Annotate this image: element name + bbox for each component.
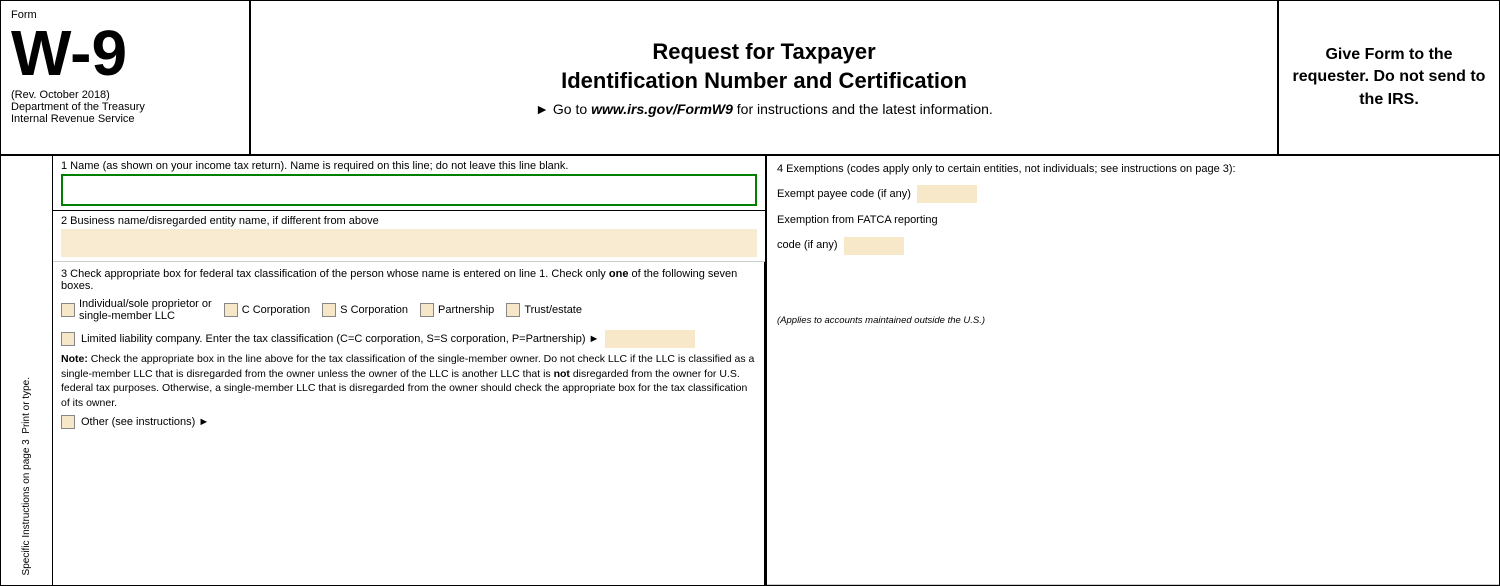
applies-note: (Applies to accounts maintained outside … bbox=[777, 315, 1489, 326]
checkbox-individual: Individual/sole proprietor or single-mem… bbox=[61, 298, 212, 322]
other-row: Other (see instructions) ► bbox=[61, 415, 756, 429]
field1-input[interactable] bbox=[61, 174, 757, 206]
content-panel: 1 Name (as shown on your income tax retu… bbox=[1, 156, 1499, 585]
header-left: Form W-9 (Rev. October 2018) Department … bbox=[1, 1, 251, 154]
field2-label: 2 Business name/disregarded entity name,… bbox=[61, 215, 757, 227]
checkbox-ccorp-box[interactable] bbox=[224, 303, 238, 317]
checkbox-llc-box[interactable] bbox=[61, 332, 75, 346]
llc-input[interactable] bbox=[605, 330, 695, 348]
field1-row: 1 Name (as shown on your income tax retu… bbox=[53, 156, 765, 211]
exempt-input[interactable] bbox=[917, 185, 977, 203]
checkbox-trust-box[interactable] bbox=[506, 303, 520, 317]
section4-panel: 4 Exemptions (codes apply only to certai… bbox=[767, 156, 1499, 585]
header-right: Give Form to the requester. Do not send … bbox=[1279, 1, 1499, 154]
exempt-label: Exempt payee code (if any) bbox=[777, 188, 911, 200]
section3-title: 3 Check appropriate box for federal tax … bbox=[61, 268, 756, 292]
field1-label: 1 Name (as shown on your income tax retu… bbox=[61, 160, 757, 172]
checkbox-partnership-label: Partnership bbox=[438, 304, 494, 316]
form-number: W-9 bbox=[11, 21, 239, 85]
fatca-label: Exemption from FATCA reporting bbox=[777, 213, 1489, 228]
form-header: Form W-9 (Rev. October 2018) Department … bbox=[1, 1, 1499, 156]
section4-title: 4 Exemptions (codes apply only to certai… bbox=[777, 162, 1489, 177]
exempt-row: Exempt payee code (if any) bbox=[777, 185, 1489, 203]
give-form-text: Give Form to the requester. Do not send … bbox=[1291, 44, 1487, 111]
llc-label: Limited liability company. Enter the tax… bbox=[81, 333, 599, 345]
w9-form: Form W-9 (Rev. October 2018) Department … bbox=[0, 0, 1500, 586]
fatca-code-row: code (if any) bbox=[777, 237, 1489, 255]
checkbox-other-box[interactable] bbox=[61, 415, 75, 429]
field2-row: 2 Business name/disregarded entity name,… bbox=[53, 211, 765, 262]
fatca-input[interactable] bbox=[844, 237, 904, 255]
dept-line1: Department of the Treasury bbox=[11, 101, 239, 113]
checkbox-individual-box[interactable] bbox=[61, 303, 75, 317]
checkbox-scorp-box[interactable] bbox=[322, 303, 336, 317]
checkbox-ccorp-label: C Corporation bbox=[242, 304, 310, 316]
field2-input[interactable] bbox=[61, 229, 757, 257]
checkbox-scorp: S Corporation bbox=[322, 303, 408, 317]
header-center: Request for Taxpayer Identification Numb… bbox=[251, 1, 1279, 154]
fields-area: 1 Name (as shown on your income tax retu… bbox=[53, 156, 767, 585]
subtitle: ► Go to www.irs.gov/FormW9 for instructi… bbox=[535, 101, 993, 117]
other-label: Other (see instructions) ► bbox=[81, 416, 209, 428]
dept-line2: Internal Revenue Service bbox=[11, 113, 239, 125]
llc-row: Limited liability company. Enter the tax… bbox=[61, 330, 756, 348]
rev-date: (Rev. October 2018) bbox=[11, 89, 239, 101]
checkbox-partnership-box[interactable] bbox=[420, 303, 434, 317]
note-text: Note: Check the appropriate box in the l… bbox=[61, 352, 756, 411]
checkbox-trust: Trust/estate bbox=[506, 303, 582, 317]
fatca-section: Exemption from FATCA reporting code (if … bbox=[777, 213, 1489, 254]
checkbox-trust-label: Trust/estate bbox=[524, 304, 582, 316]
checkbox-partnership: Partnership bbox=[420, 303, 494, 317]
checkbox-individual-label: Individual/sole proprietor or single-mem… bbox=[79, 298, 212, 322]
checkbox-scorp-label: S Corporation bbox=[340, 304, 408, 316]
checkbox-ccorp: C Corporation bbox=[224, 303, 310, 317]
fatca-code-label: code (if any) bbox=[777, 238, 838, 253]
side-label: Specific Instructions on page 3 Print or… bbox=[1, 156, 53, 585]
sidebar-text: Specific Instructions on page 3 Print or… bbox=[21, 377, 33, 575]
checkboxes-row: Individual/sole proprietor or single-mem… bbox=[61, 298, 756, 322]
main-title: Request for Taxpayer Identification Numb… bbox=[561, 38, 967, 95]
main-content: Specific Instructions on page 3 Print or… bbox=[1, 156, 1499, 585]
section3: 3 Check appropriate box for federal tax … bbox=[53, 262, 765, 585]
